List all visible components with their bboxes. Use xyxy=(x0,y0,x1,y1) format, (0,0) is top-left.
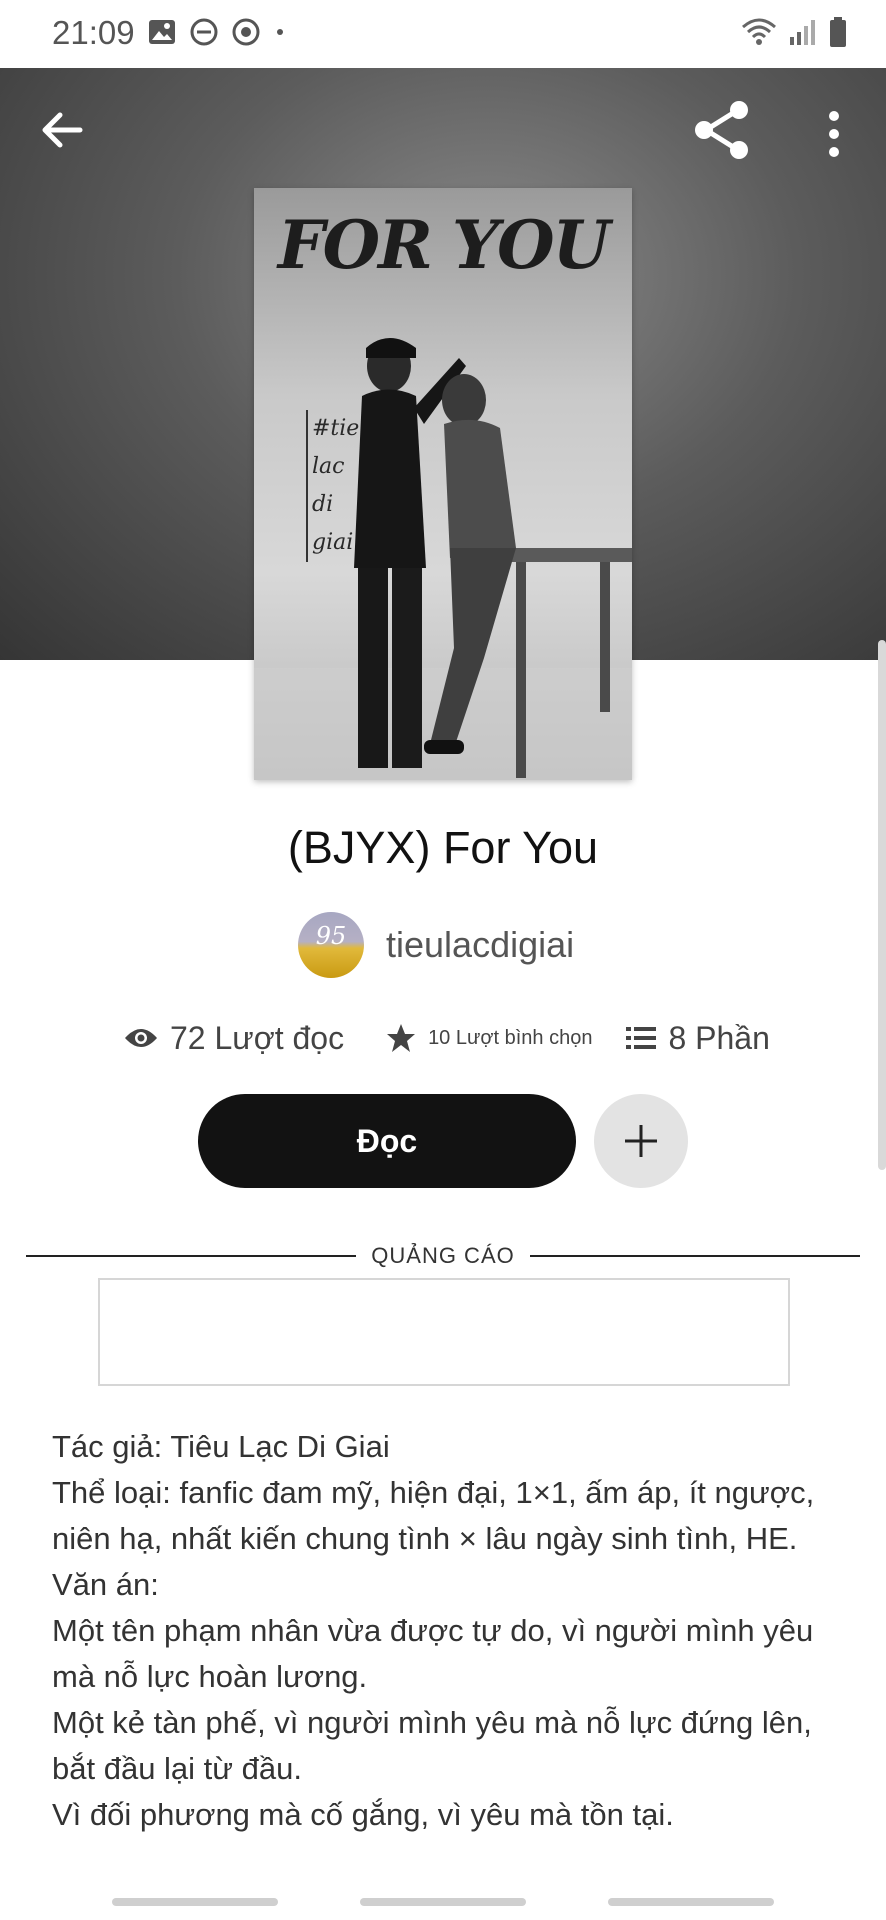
description-line: Vì đối phương mà cố gắng, vì yêu mà tồn … xyxy=(52,1797,674,1832)
stats-row: 72 Lượt đọc 10 Lượt bình chọn 8 Phần xyxy=(124,1016,770,1060)
nav-pill-right[interactable] xyxy=(608,1898,774,1906)
author-row[interactable]: 95 tieulacdigiai xyxy=(298,912,574,978)
author-name[interactable]: tieulacdigiai xyxy=(386,924,574,966)
share-icon xyxy=(695,101,748,159)
stat-views: 72 Lượt đọc xyxy=(124,1020,344,1057)
dot-icon xyxy=(277,29,283,35)
status-left-icons xyxy=(148,18,286,46)
status-bar: 21:09 xyxy=(0,0,886,68)
scrollbar-thumb[interactable] xyxy=(878,640,886,1170)
more-vertical-icon xyxy=(829,111,839,157)
bottom-nav-indicator xyxy=(0,1898,886,1908)
nav-pill-center[interactable] xyxy=(360,1898,526,1906)
book-title: (BJYX) For You xyxy=(287,822,599,873)
book-cover: FOR YOU #tieu lac di giai xyxy=(254,188,632,780)
stat-votes: 10 Lượt bình chọn xyxy=(386,1023,592,1053)
signal-icon xyxy=(790,20,815,45)
plus-icon xyxy=(625,1125,657,1157)
battery-icon xyxy=(830,17,846,47)
book-description: Tác giả: Tiêu Lạc Di Giai Thể loại: fanf… xyxy=(52,1424,852,1838)
nav-pill-left[interactable] xyxy=(112,1898,278,1906)
image-icon xyxy=(149,20,175,44)
read-button[interactable]: Đọc xyxy=(198,1094,576,1188)
ad-banner[interactable] xyxy=(98,1278,790,1386)
cover-photo-figures xyxy=(254,338,632,780)
avatar-text: 95 xyxy=(315,922,347,950)
wifi-icon xyxy=(742,18,776,45)
description-line: Một kẻ tàn phế, vì người mình yêu mà nỗ … xyxy=(52,1705,812,1786)
description-line: Thể loại: fanfic đam mỹ, hiện đại, 1×1, … xyxy=(52,1475,815,1556)
eye-icon xyxy=(125,1029,157,1047)
share-button[interactable] xyxy=(690,98,754,162)
more-options-button[interactable] xyxy=(814,104,854,164)
author-avatar[interactable]: 95 xyxy=(298,912,364,978)
ad-label-row: QUẢNG CÁO xyxy=(26,1240,860,1270)
parts-count: 8 Phần xyxy=(668,1019,770,1056)
stat-parts: 8 Phần xyxy=(626,1019,770,1057)
back-button[interactable] xyxy=(36,104,88,156)
circle-status-icon xyxy=(232,18,260,46)
views-count: 72 Lượt đọc xyxy=(170,1019,345,1056)
status-right-icons xyxy=(740,16,848,48)
add-to-library-button[interactable] xyxy=(594,1094,688,1188)
arrow-left-icon xyxy=(42,112,83,148)
do-not-disturb-icon xyxy=(190,18,218,46)
votes-count: 10 Lượt bình chọn xyxy=(428,1026,593,1049)
star-icon xyxy=(387,1024,416,1052)
status-time: 21:09 xyxy=(52,14,135,51)
ad-divider-right xyxy=(530,1255,860,1257)
description-line: Một tên phạm nhân vừa được tự do, vì ngư… xyxy=(52,1613,814,1694)
description-line: Văn án: xyxy=(52,1567,159,1602)
list-icon xyxy=(626,1027,657,1049)
description-line: Tác giả: Tiêu Lạc Di Giai xyxy=(52,1429,390,1464)
read-button-label: Đọc xyxy=(356,1122,418,1159)
